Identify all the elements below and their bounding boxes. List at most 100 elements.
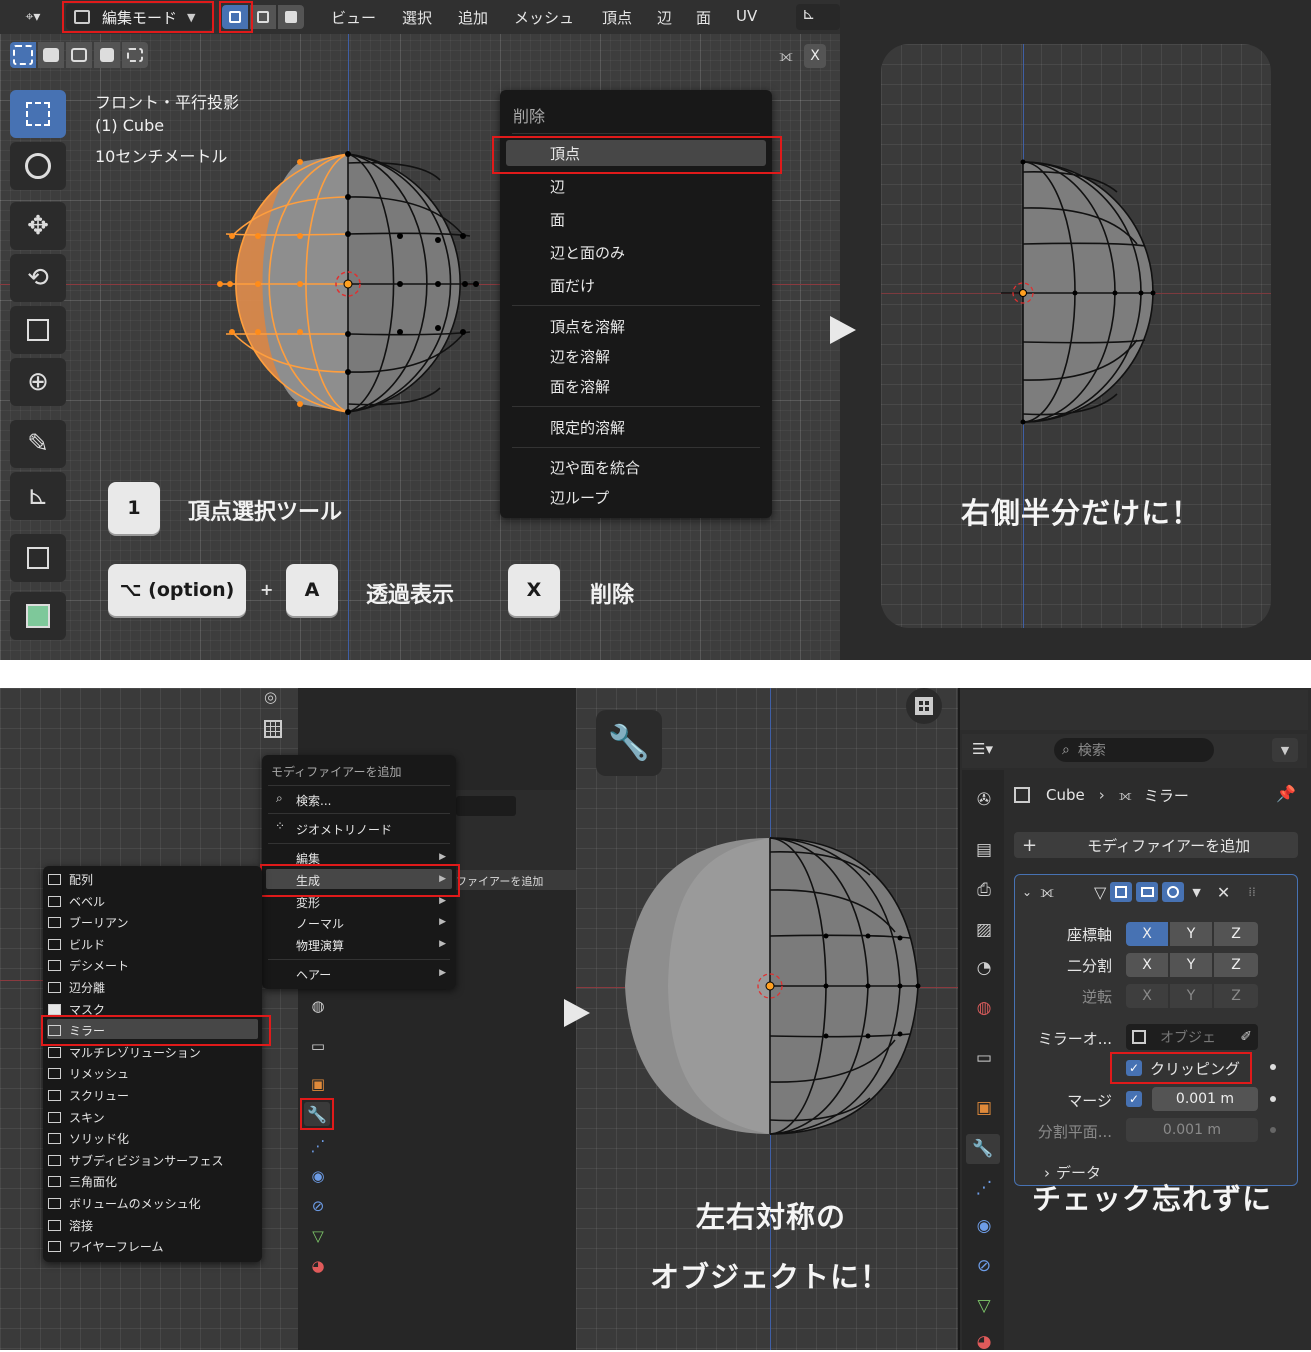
breadcrumb-modifier[interactable]: ミラー bbox=[1144, 785, 1189, 806]
breadcrumb-object[interactable]: Cube bbox=[1046, 786, 1085, 804]
particles-tab-icon[interactable]: ⋰ bbox=[974, 1178, 994, 1198]
menu-mesh[interactable]: メッシュ bbox=[514, 7, 574, 28]
merge-distance-field[interactable]: 0.001 m bbox=[1152, 1087, 1258, 1111]
drag-handle-icon[interactable]: ⁞⁞ bbox=[1248, 885, 1256, 899]
category-normals[interactable]: ノーマル bbox=[296, 915, 344, 932]
close-icon[interactable]: ✕ bbox=[1217, 883, 1230, 902]
dissolve-edges-item[interactable]: 辺を溶解 bbox=[550, 346, 610, 367]
select-extend-button[interactable] bbox=[38, 42, 64, 68]
tool-rotate[interactable]: ⟲ bbox=[10, 254, 66, 302]
modifier-item-screw[interactable]: スクリュー bbox=[48, 1087, 129, 1104]
modifier-item-boolean[interactable]: ブーリアン bbox=[48, 914, 129, 931]
tool-add-cube[interactable] bbox=[10, 534, 66, 582]
menu-view[interactable]: ビュー bbox=[331, 7, 376, 28]
axis-y-toggle[interactable]: Y bbox=[1170, 922, 1212, 946]
editor-type-dropdown[interactable]: ☰▾ bbox=[972, 740, 1016, 764]
collapse-edges-faces-item[interactable]: 辺や面を統合 bbox=[550, 457, 640, 478]
geometry-nodes-item[interactable]: ジオメトリノード bbox=[296, 821, 392, 838]
edge-select-button[interactable] bbox=[250, 5, 276, 29]
modifier-item-mask[interactable]: マスク bbox=[48, 1001, 105, 1018]
tool-scale[interactable] bbox=[10, 306, 66, 354]
modifier-item-weld[interactable]: 溶接 bbox=[48, 1217, 93, 1234]
flip-y-toggle[interactable]: Y bbox=[1170, 984, 1212, 1008]
bisect-z-toggle[interactable]: Z bbox=[1214, 953, 1258, 977]
flip-x-toggle[interactable]: X bbox=[1126, 984, 1168, 1008]
grid-view-icon[interactable] bbox=[264, 720, 282, 738]
flip-z-toggle[interactable]: Z bbox=[1214, 984, 1258, 1008]
keyframe-dot-icon[interactable] bbox=[1270, 1064, 1276, 1070]
modifier-item-subdivision-surface[interactable]: サブディビジョンサーフェス bbox=[48, 1152, 223, 1169]
modifier-item-skin[interactable]: スキン bbox=[48, 1109, 105, 1126]
constraints-tab-icon[interactable]: ⊘ bbox=[308, 1196, 328, 1216]
menu-uv[interactable]: UV bbox=[736, 7, 757, 25]
bisect-y-toggle[interactable]: Y bbox=[1170, 953, 1212, 977]
face-select-button[interactable] bbox=[278, 5, 304, 29]
menu-vertex[interactable]: 頂点 bbox=[602, 7, 632, 28]
edit-cage-toggle[interactable]: ▽ bbox=[1094, 883, 1106, 902]
tool-extrude[interactable] bbox=[10, 592, 66, 640]
axis-z-toggle[interactable]: Z bbox=[1214, 922, 1258, 946]
data-tab-icon[interactable]: ▽ bbox=[308, 1226, 328, 1246]
category-physics[interactable]: 物理演算 bbox=[296, 937, 344, 954]
axis-x-toggle[interactable]: X bbox=[1126, 922, 1168, 946]
constraints-tab-icon[interactable]: ⊘ bbox=[974, 1256, 994, 1276]
modifier-tab-active[interactable]: 🔧 bbox=[966, 1134, 1000, 1164]
select-new-button[interactable] bbox=[10, 42, 36, 68]
keyframe-dot-icon[interactable] bbox=[1270, 1127, 1276, 1133]
add-modifier-button[interactable]: + モディファイアーを追加 bbox=[1014, 832, 1298, 858]
top-viewport[interactable]: ⌖▾ 編集モード ▼ ビュー 選択 追加 メッシュ 頂点 辺 面 UV ⊾ ⟗ bbox=[0, 0, 840, 660]
mirror-x-button[interactable]: X bbox=[804, 44, 826, 68]
bisect-distance-field[interactable]: 0.001 m bbox=[1126, 1118, 1258, 1142]
properties-search[interactable]: ⌕ 検索 bbox=[1054, 738, 1214, 762]
particles-tab-icon[interactable]: ⋰ bbox=[308, 1136, 328, 1156]
modifier-item-multiresolution[interactable]: マルチレゾリューション bbox=[48, 1044, 201, 1061]
limited-dissolve-item[interactable]: 限定的溶解 bbox=[550, 417, 625, 438]
menu-select[interactable]: 選択 bbox=[402, 7, 432, 28]
eyedropper-icon[interactable]: ✐ bbox=[1240, 1029, 1252, 1045]
chevron-down-icon[interactable]: ▼ bbox=[1192, 886, 1200, 899]
modifier-item-remesh[interactable]: リメッシュ bbox=[48, 1065, 129, 1082]
tool-move[interactable]: ✥ bbox=[10, 202, 66, 250]
delete-edges-faces-item[interactable]: 辺と面のみ bbox=[550, 242, 625, 263]
collapse-chevron-icon[interactable]: ⌄ bbox=[1022, 885, 1032, 899]
delete-faces-item[interactable]: 面 bbox=[550, 209, 565, 230]
dissolve-faces-item[interactable]: 面を溶解 bbox=[550, 376, 610, 397]
world-tab-icon[interactable]: ◍ bbox=[974, 998, 994, 1018]
modifier-item-triangulate[interactable]: 三角面化 bbox=[48, 1173, 117, 1190]
grid-toggle-button[interactable] bbox=[906, 688, 942, 724]
camera-view-icon[interactable]: ◎ bbox=[264, 688, 277, 706]
menu-search-item[interactable]: 検索... bbox=[296, 792, 331, 809]
mirror-object-field[interactable]: オブジェ ✐ bbox=[1126, 1024, 1258, 1050]
dissolve-vertices-item[interactable]: 頂点を溶解 bbox=[550, 316, 625, 337]
delete-edges-item[interactable]: 辺 bbox=[550, 176, 565, 197]
bisect-x-toggle[interactable]: X bbox=[1126, 953, 1168, 977]
tool-transform[interactable]: ⊕ bbox=[10, 358, 66, 406]
editmode-toggle[interactable] bbox=[1110, 882, 1133, 902]
modifier-item-wireframe[interactable]: ワイヤーフレーム bbox=[48, 1238, 164, 1255]
mirror-options-button[interactable]: ⟗ bbox=[772, 44, 800, 68]
object-tab-icon[interactable]: ▣ bbox=[974, 1098, 994, 1118]
modifier-item-bevel[interactable]: ベベル bbox=[48, 893, 105, 910]
menu-add[interactable]: 追加 bbox=[458, 7, 488, 28]
modifier-item-edge-split[interactable]: 辺分離 bbox=[48, 979, 105, 996]
view-layer-tab-icon[interactable]: ▨ bbox=[974, 920, 994, 940]
delete-only-faces-item[interactable]: 面だけ bbox=[550, 275, 595, 296]
modifier-item-solidify[interactable]: ソリッド化 bbox=[48, 1130, 129, 1147]
scene-tab-icon[interactable]: ◔ bbox=[974, 958, 994, 978]
keyframe-dot-icon[interactable] bbox=[1270, 1096, 1276, 1102]
collection-tab-icon[interactable]: ▭ bbox=[974, 1048, 994, 1068]
tool-measure[interactable]: ⊾ bbox=[10, 472, 66, 520]
select-intersect-button[interactable] bbox=[122, 42, 148, 68]
select-invert-button[interactable] bbox=[94, 42, 120, 68]
menu-face[interactable]: 面 bbox=[696, 7, 711, 28]
merge-checkbox[interactable]: ✓ bbox=[1126, 1091, 1142, 1107]
modifier-item-decimate[interactable]: デシメート bbox=[48, 957, 129, 974]
render-tab-icon[interactable]: ▤ bbox=[974, 840, 994, 860]
menu-edge[interactable]: 辺 bbox=[657, 7, 672, 28]
tool-annotate[interactable]: ✎ bbox=[10, 420, 66, 468]
modifier-item-array[interactable]: 配列 bbox=[48, 871, 93, 888]
uv-sphere-mesh[interactable] bbox=[210, 145, 490, 425]
category-hair[interactable]: ヘアー bbox=[296, 966, 331, 983]
panel-search-box[interactable] bbox=[456, 796, 516, 816]
modifier-item-mirror[interactable]: ミラー bbox=[48, 1022, 105, 1039]
